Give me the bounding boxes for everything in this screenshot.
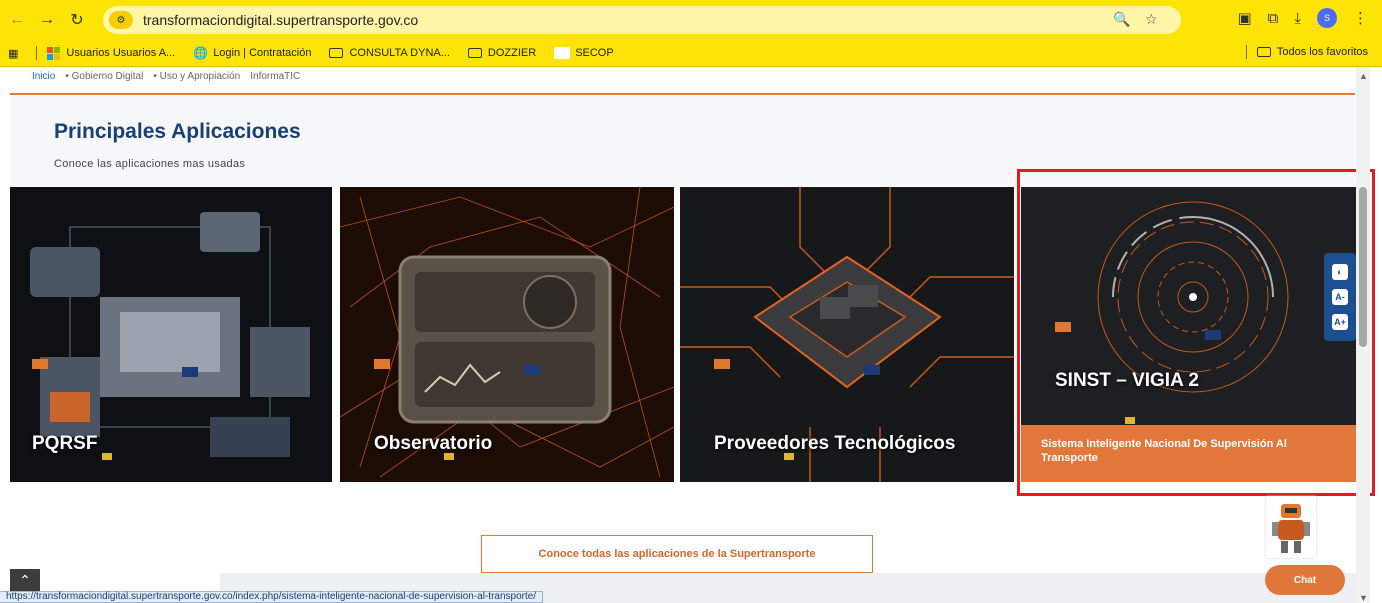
app-card-pqrsf[interactable]: PQRSF	[10, 187, 332, 482]
deco-square	[374, 359, 390, 369]
robot-icon	[1272, 504, 1310, 553]
microsoft-icon	[47, 46, 61, 60]
bookmarks-bar: ▦ Usuarios Usuarios A... 🌐 Login | Contr…	[0, 42, 1382, 64]
deco-square	[864, 365, 880, 375]
toolbar: ▣ ⧉ ⤓ S ⋮	[1237, 8, 1368, 28]
breadcrumb: Inicio • Gobierno Digital • Uso y Apropi…	[32, 71, 300, 82]
deco-square	[714, 359, 730, 369]
globe-icon: 🌐	[193, 46, 209, 60]
bookmark-label: DOZZIER	[487, 47, 537, 59]
bookmark-label: Login | Contratación	[213, 47, 312, 59]
text-increase-icon[interactable]: A+	[1332, 314, 1348, 331]
site-info-icon[interactable]: ⚙	[109, 11, 133, 29]
bookmark-consulta[interactable]: CONSULTA DYNA...	[329, 47, 450, 59]
all-bookmarks[interactable]: Todos los favoritos	[1236, 45, 1368, 59]
app-card-proveedores[interactable]: Proveedores Tecnológicos	[680, 187, 1014, 482]
breadcrumb-item[interactable]: InformaTIC	[250, 71, 300, 82]
download-icon[interactable]: ⤓	[1294, 10, 1301, 27]
scroll-up-icon[interactable]: ▲	[1359, 71, 1368, 81]
section-title: Principales Aplicaciones	[54, 120, 301, 143]
tab-search-icon[interactable]: ▣	[1237, 9, 1251, 27]
bookmark-label: Usuarios Usuarios A...	[66, 47, 176, 59]
divider	[10, 93, 1355, 95]
menu-kebab-icon[interactable]: ⋮	[1353, 9, 1368, 27]
bookmark-login[interactable]: 🌐 Login | Contratación	[193, 46, 311, 60]
scroll-down-icon[interactable]: ▼	[1359, 593, 1368, 603]
back-arrow-icon[interactable]: ←	[4, 7, 30, 33]
back-to-top-icon[interactable]: ⌃	[10, 569, 40, 591]
reload-icon[interactable]: ↻	[64, 7, 90, 33]
page-content: Inicio • Gobierno Digital • Uso y Apropi…	[0, 67, 1382, 603]
page-icon	[554, 47, 571, 59]
highlight-annotation	[1017, 169, 1375, 496]
deco-square	[32, 359, 48, 369]
deco-square	[182, 367, 198, 377]
bookmark-label: CONSULTA DYNA...	[349, 47, 450, 59]
profile-avatar[interactable]: S	[1317, 8, 1337, 28]
browser-nav-row: ← → ↻ ⚙ transformaciondigital.supertrans…	[0, 0, 1382, 40]
folder-icon	[329, 48, 344, 58]
folder-icon	[1256, 47, 1271, 57]
browser-chrome: ← → ↻ ⚙ transformaciondigital.supertrans…	[0, 0, 1382, 67]
all-apps-button[interactable]: Conoce todas las aplicaciones de la Supe…	[481, 535, 873, 573]
breadcrumb-item[interactable]: Inicio	[32, 71, 55, 82]
apps-grid-icon[interactable]: ▦	[8, 47, 18, 60]
breadcrumb-item[interactable]: • Uso y Apropiación	[153, 71, 240, 82]
extensions-icon[interactable]: ⧉	[1268, 10, 1279, 27]
card-title: Proveedores Tecnológicos	[714, 433, 956, 454]
address-bar[interactable]: ⚙ transformaciondigital.supertransporte.…	[103, 6, 1181, 34]
forward-arrow-icon[interactable]: →	[34, 7, 60, 33]
text-decrease-icon[interactable]: A-	[1332, 288, 1348, 305]
deco-square	[524, 365, 540, 375]
accessibility-panel: ◐ A- A+	[1324, 253, 1356, 341]
folder-icon	[467, 48, 482, 58]
bookmark-dozzier[interactable]: DOZZIER	[467, 47, 537, 59]
bookmark-secop[interactable]: SECOP	[554, 47, 614, 59]
breadcrumb-item[interactable]: • Gobierno Digital	[65, 71, 143, 82]
deco-square	[102, 453, 112, 460]
scroll-thumb[interactable]	[1359, 187, 1367, 347]
card-title: PQRSF	[32, 433, 98, 454]
bookmark-label: SECOP	[575, 47, 614, 59]
zoom-icon[interactable]: 🔍	[1113, 11, 1130, 28]
bookmark-separator	[1245, 45, 1247, 59]
all-bookmarks-label: Todos los favoritos	[1276, 46, 1368, 58]
page-scrollbar[interactable]: ▲ ▼	[1356, 67, 1370, 603]
status-bar-url: https://transformaciondigital.supertrans…	[0, 591, 544, 603]
section-subtitle: Conoce las aplicaciones mas usadas	[54, 158, 246, 170]
card-title: Observatorio	[374, 433, 493, 454]
bookmark-separator	[36, 46, 38, 60]
chat-button[interactable]: Chat	[1265, 565, 1345, 595]
chatbot-robot-avatar[interactable]	[1266, 496, 1316, 558]
bookmark-usuarios[interactable]: Usuarios Usuarios A...	[47, 46, 176, 60]
url-text[interactable]: transformaciondigital.supertransporte.go…	[143, 12, 418, 28]
bookmark-star-icon[interactable]: ☆	[1145, 11, 1158, 28]
contrast-icon[interactable]: ◐	[1332, 263, 1348, 280]
app-card-observatorio[interactable]: Observatorio	[340, 187, 674, 482]
